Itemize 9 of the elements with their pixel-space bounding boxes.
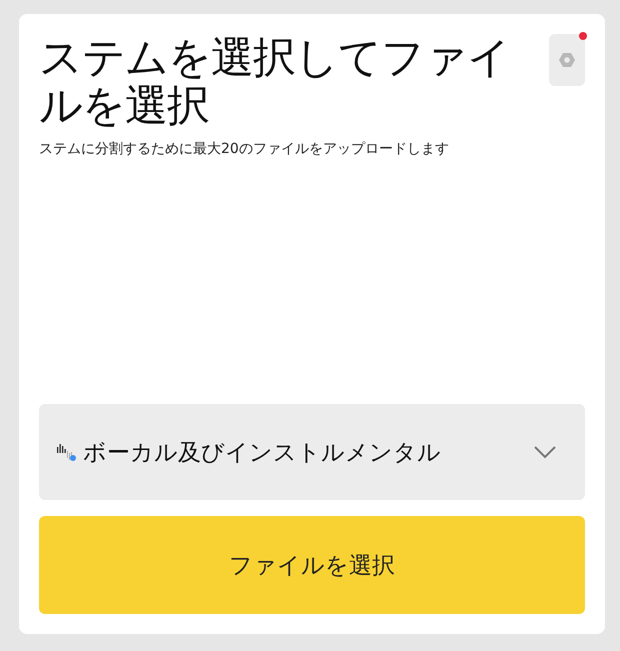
choose-file-button[interactable]: ファイルを選択 — [39, 516, 585, 614]
chevron-down-icon — [533, 445, 557, 459]
settings-button[interactable] — [549, 34, 585, 86]
dropdown-value: ボーカル及びインストルメンタル — [83, 438, 442, 468]
settings-icon — [559, 53, 575, 67]
stem-dropdown[interactable]: ボーカル及びインストルメンタル — [39, 404, 585, 500]
page-title: ステムを選択してファイルを選択 — [39, 34, 511, 130]
page-subtitle: ステムに分割するために最大20のファイルをアップロードします — [39, 140, 450, 158]
audio-stems-icon — [57, 442, 77, 462]
